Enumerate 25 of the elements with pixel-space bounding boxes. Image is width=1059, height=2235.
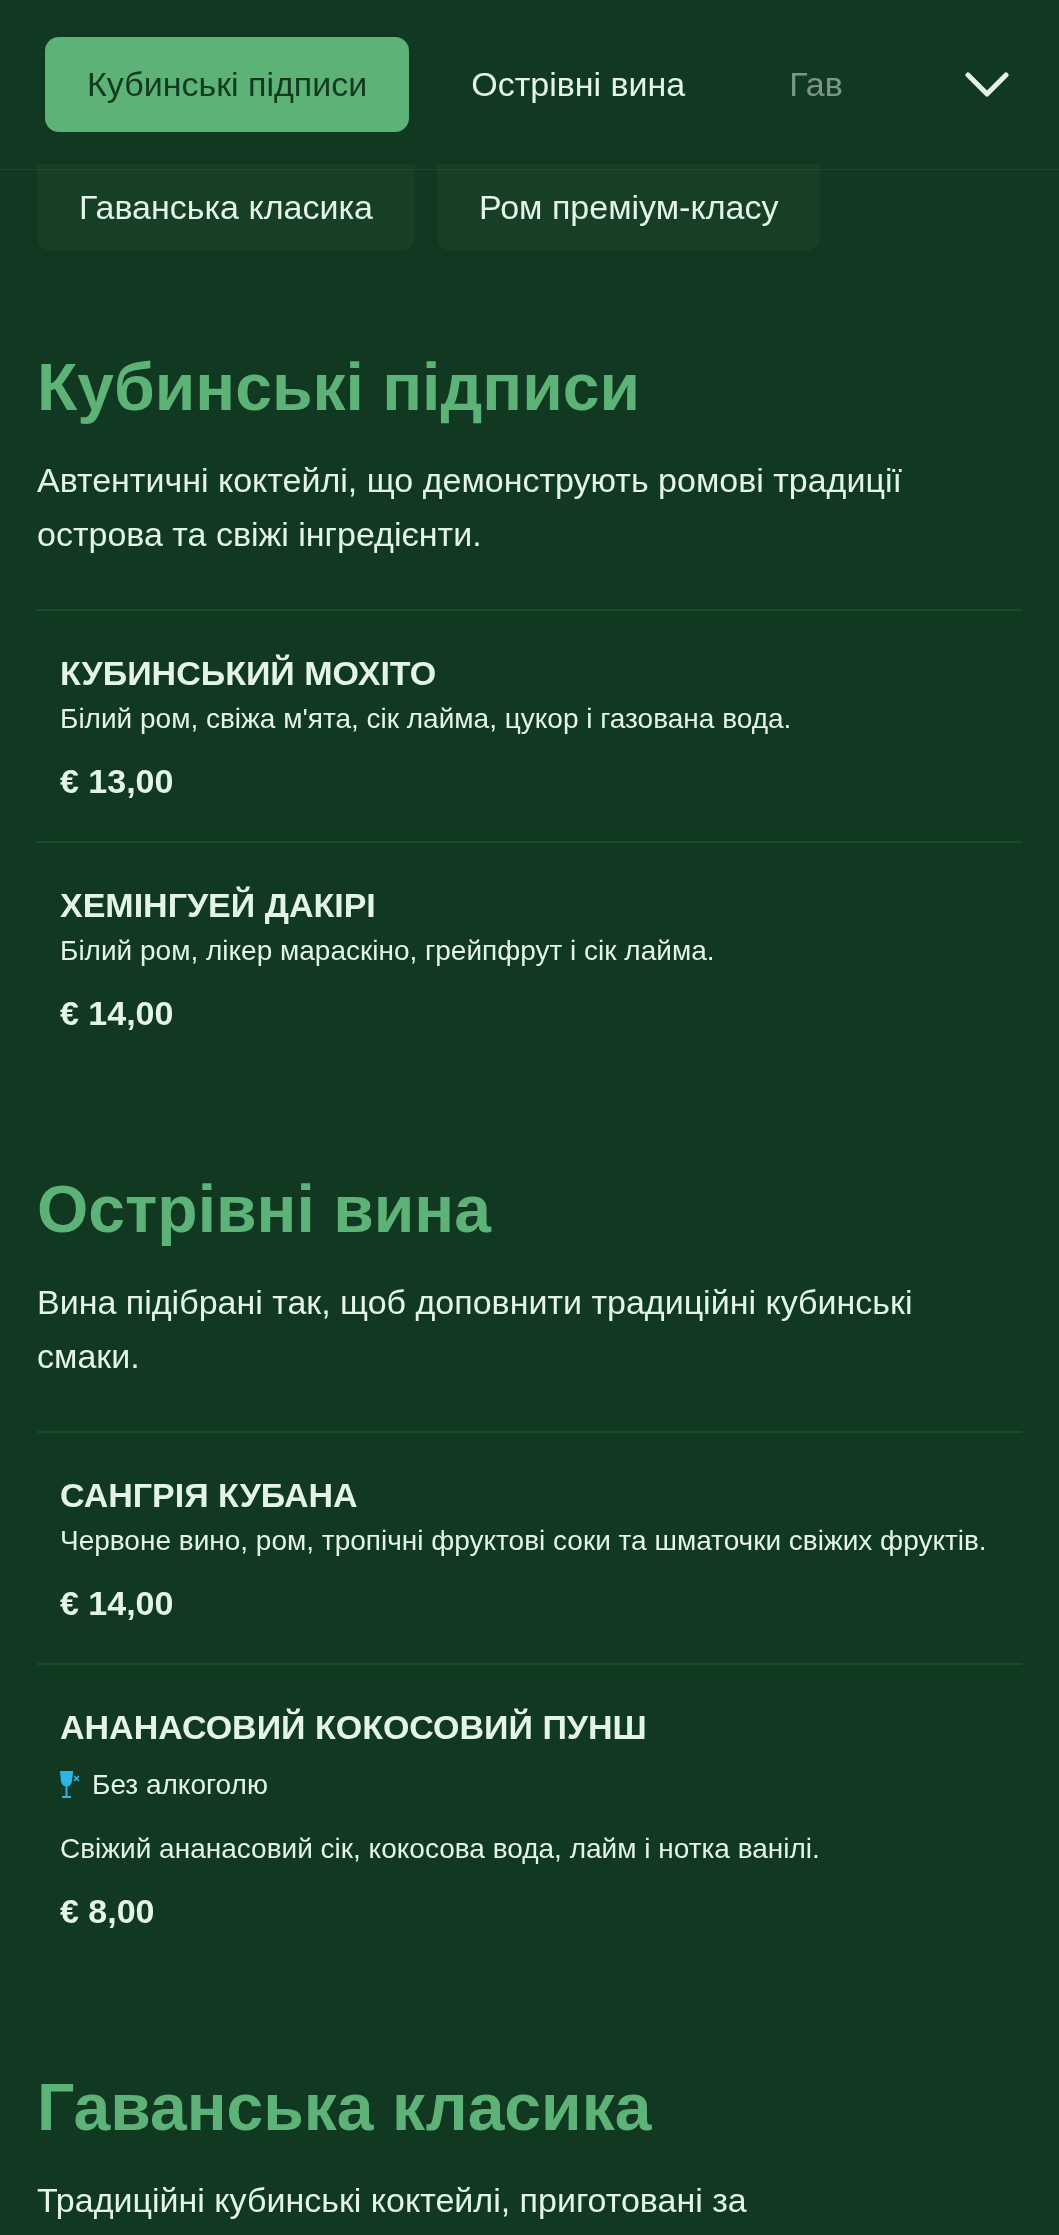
item-price: € 14,00: [60, 993, 175, 1033]
item-description: Червоне вино, ром, тропічні фруктові соки та шматочки свіжих фруктів.: [60, 1524, 988, 1558]
section-heading: Острівні вина: [37, 1171, 493, 1247]
item-name: АНАНАСОВИЙ КОКОСОВИЙ ПУНШ: [60, 1707, 648, 1747]
item-description: Свіжий ананасовий сік, кокосова вода, лайм і нотка ванілі.: [60, 1832, 821, 1866]
dietary-label: Без алкоголю: [92, 1768, 268, 1802]
item-name: САНГРІЯ КУБАНА: [60, 1475, 359, 1515]
section-heading: Кубинські підписи: [37, 349, 641, 425]
item-price: € 8,00: [60, 1891, 156, 1931]
category-tab[interactable]: Острівні вина: [429, 37, 728, 132]
section-description: Традиційні кубинські коктейлі, приготовані за: [37, 2180, 748, 2221]
section-description: Автентичні коктейлі, що демонструють ромові традиції острова та свіжі інгредієнти.: [37, 460, 903, 555]
item-name: ХЕМІНГУЕЙ ДАКІРІ: [60, 885, 377, 925]
item-description: Білий ром, лікер мараскіно, грейпфрут і сік лайма.: [60, 934, 716, 968]
category-tab[interactable]: Кубинські підписи: [45, 37, 410, 132]
category-tab[interactable]: Ром преміум-класу: [437, 164, 821, 251]
section-description: Вина підібрані так, щоб доповнити традиційні кубинські смаки.: [37, 1282, 914, 1377]
item-name: КУБИНСЬКИЙ МОХІТО: [60, 653, 438, 693]
chevron-icon: [965, 72, 1009, 98]
item-price: € 14,00: [60, 1583, 175, 1623]
item-description: Білий ром, свіжа м'ята, сік лайма, цукор і газована вода.: [60, 702, 793, 736]
item-price: € 13,00: [60, 761, 175, 801]
category-tab[interactable]: Гаванська класика: [37, 164, 415, 251]
section-heading: Гаванська класика: [37, 2069, 653, 2145]
no-alcohol-glass-icon: [60, 1770, 80, 1800]
